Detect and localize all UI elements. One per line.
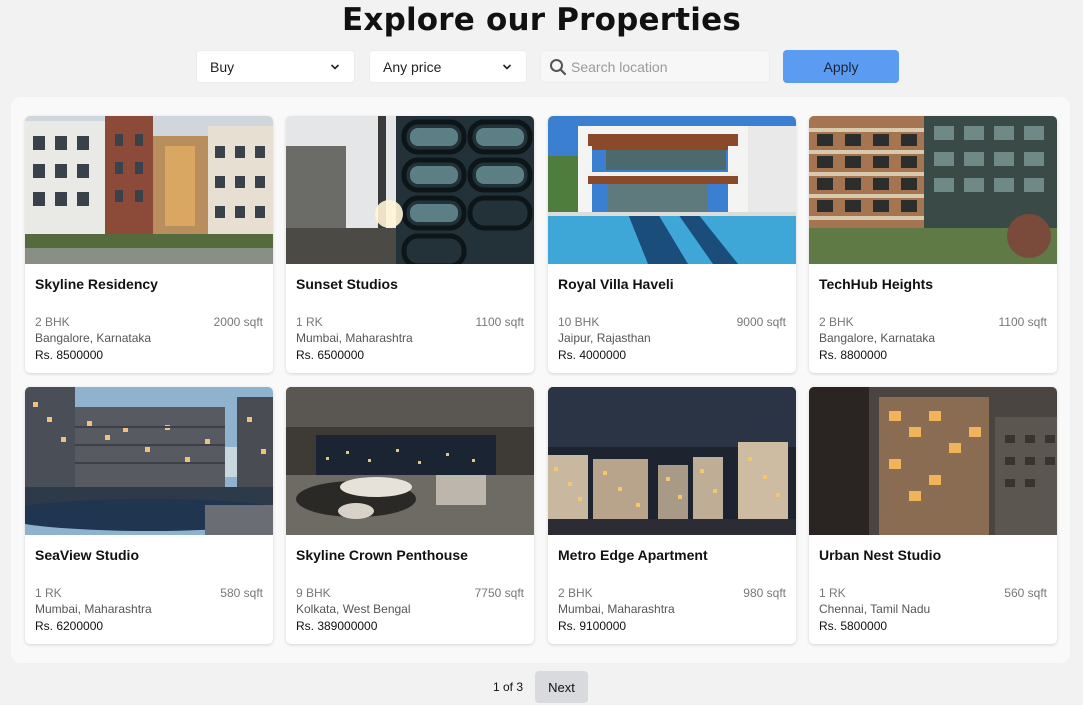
property-location: Mumbai, Maharashtra bbox=[296, 331, 413, 345]
listing-type-select[interactable]: Buy bbox=[196, 50, 355, 83]
property-type: 9 BHK bbox=[296, 586, 331, 600]
property-photo bbox=[548, 116, 796, 264]
property-grid: Skyline Residency 2 BHK 2000 sqft Bangal… bbox=[11, 97, 1070, 663]
property-area: 1100 sqft bbox=[998, 315, 1047, 329]
property-area: 980 sqft bbox=[743, 586, 786, 600]
property-price: Rs. 6500000 bbox=[296, 348, 365, 362]
property-location: Kolkata, West Bengal bbox=[296, 602, 411, 616]
property-card[interactable]: Skyline Residency 2 BHK 2000 sqft Bangal… bbox=[25, 116, 273, 373]
price-select[interactable]: Any price bbox=[369, 50, 527, 83]
search-icon bbox=[550, 58, 567, 75]
property-type: 1 RK bbox=[296, 315, 323, 329]
property-photo bbox=[286, 116, 534, 264]
property-photo bbox=[286, 387, 534, 535]
property-photo bbox=[809, 116, 1057, 264]
property-card[interactable]: Urban Nest Studio 1 RK 560 sqft Chennai,… bbox=[809, 387, 1057, 644]
property-name: Royal Villa Haveli bbox=[558, 276, 674, 292]
property-area: 560 sqft bbox=[1004, 586, 1047, 600]
property-type: 2 BHK bbox=[35, 315, 70, 329]
property-photo bbox=[548, 387, 796, 535]
location-search[interactable] bbox=[540, 50, 770, 83]
property-area: 9000 sqft bbox=[736, 315, 786, 329]
page-title: Explore our Properties bbox=[342, 2, 741, 38]
search-input[interactable] bbox=[571, 58, 761, 75]
property-type: 1 RK bbox=[35, 586, 62, 600]
property-price: Rs. 8500000 bbox=[35, 348, 104, 362]
property-card[interactable]: SeaView Studio 1 RK 580 sqft Mumbai, Mah… bbox=[25, 387, 273, 644]
property-price: Rs. 9100000 bbox=[558, 619, 627, 633]
property-card[interactable]: Metro Edge Apartment 2 BHK 980 sqft Mumb… bbox=[548, 387, 796, 644]
pagination-status: 1 of 3 bbox=[493, 680, 524, 694]
property-location: Bangalore, Karnataka bbox=[35, 331, 152, 345]
next-page-button[interactable]: Next bbox=[535, 671, 588, 703]
property-name: Urban Nest Studio bbox=[819, 547, 942, 563]
property-price: Rs. 389000000 bbox=[296, 619, 378, 633]
chevron-down-icon bbox=[330, 64, 340, 70]
property-price: Rs. 5800000 bbox=[819, 619, 888, 633]
property-name: SeaView Studio bbox=[35, 547, 139, 563]
property-price: Rs. 4000000 bbox=[558, 348, 627, 362]
property-name: Skyline Crown Penthouse bbox=[296, 547, 468, 563]
property-photo bbox=[25, 116, 273, 264]
listing-type-value: Buy bbox=[210, 58, 235, 75]
property-area: 2000 sqft bbox=[213, 315, 263, 329]
property-location: Chennai, Tamil Nadu bbox=[819, 602, 931, 616]
property-price: Rs. 8800000 bbox=[819, 348, 888, 362]
property-type: 2 BHK bbox=[558, 586, 593, 600]
property-location: Mumbai, Maharashtra bbox=[35, 602, 152, 616]
apply-button[interactable]: Apply bbox=[783, 50, 899, 83]
property-location: Mumbai, Maharashtra bbox=[558, 602, 675, 616]
chevron-down-icon bbox=[502, 64, 512, 70]
property-area: 1100 sqft bbox=[475, 315, 524, 329]
property-card[interactable]: TechHub Heights 2 BHK 1100 sqft Bangalor… bbox=[809, 116, 1057, 373]
property-photo bbox=[25, 387, 273, 535]
price-value: Any price bbox=[383, 58, 442, 75]
property-type: 1 RK bbox=[819, 586, 846, 600]
property-name: Skyline Residency bbox=[35, 276, 158, 292]
property-area: 580 sqft bbox=[220, 586, 263, 600]
property-name: Sunset Studios bbox=[296, 276, 398, 292]
property-area: 7750 sqft bbox=[474, 586, 524, 600]
property-photo bbox=[809, 387, 1057, 535]
property-name: TechHub Heights bbox=[819, 276, 934, 292]
property-type: 10 BHK bbox=[558, 315, 600, 329]
property-name: Metro Edge Apartment bbox=[558, 547, 708, 563]
property-location: Bangalore, Karnataka bbox=[819, 331, 936, 345]
property-card[interactable]: Royal Villa Haveli 10 BHK 9000 sqft Jaip… bbox=[548, 116, 796, 373]
property-price: Rs. 6200000 bbox=[35, 619, 104, 633]
property-card[interactable]: Sunset Studios 1 RK 1100 sqft Mumbai, Ma… bbox=[286, 116, 534, 373]
property-type: 2 BHK bbox=[819, 315, 854, 329]
property-location: Jaipur, Rajasthan bbox=[558, 331, 651, 345]
property-card[interactable]: Skyline Crown Penthouse 9 BHK 7750 sqft … bbox=[286, 387, 534, 644]
